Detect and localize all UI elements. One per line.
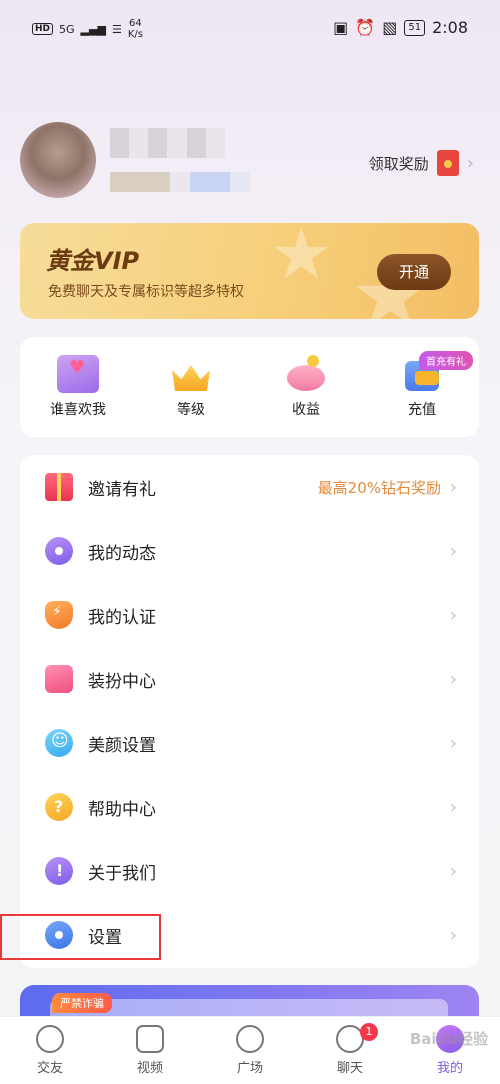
moments-icon — [45, 537, 73, 565]
about-icon — [45, 857, 73, 885]
status-left: HD 5G ▂▄▆ ☰ 64 K/s — [32, 18, 143, 40]
quick-action-label: 充值 — [408, 402, 436, 418]
chevron-right-icon: › — [449, 860, 457, 882]
menu-list: 邀请有礼 最高20%钻石奖励 › 我的动态 › 我的认证 › 装扮中心 › 美颜… — [20, 455, 479, 968]
wifi-icon: ☰ — [111, 22, 122, 36]
chevron-right-icon: › — [449, 668, 457, 690]
menu-item-my-moments[interactable]: 我的动态 › — [20, 519, 479, 583]
invite-reward-text: 最高20%钻石奖励 — [317, 478, 441, 497]
verification-icon — [45, 601, 73, 629]
signal-bars-icon: ▂▄▆ — [80, 22, 106, 36]
vip-card[interactable]: ★ ★ 黄金VIP 免费聊天及专属标识等超多特权 开通 — [20, 223, 479, 319]
menu-item-label: 关于我们 — [88, 863, 156, 884]
dress-icon — [45, 665, 73, 693]
watermark: Baidu经验 — [409, 1030, 488, 1048]
quick-action-level[interactable]: 等级 — [151, 355, 231, 419]
quick-action-earnings[interactable]: 收益 — [266, 355, 346, 419]
menu-item-my-verification[interactable]: 我的认证 › — [20, 583, 479, 647]
claim-reward-label: 领取奖励 — [368, 154, 429, 173]
network-speed-value: 64 — [129, 18, 142, 29]
quick-action-label: 等级 — [177, 402, 205, 418]
chevron-right-icon: › — [449, 924, 457, 946]
chevron-right-icon: › — [449, 732, 457, 754]
chevron-right-icon: › — [466, 152, 474, 174]
status-bar: HD 5G ▂▄▆ ☰ 64 K/s ▣ ⏰ ▧ 51 2:08 — [0, 0, 500, 58]
signal-icon: 5G — [59, 22, 75, 36]
red-packet-icon — [436, 150, 459, 176]
menu-item-label: 装扮中心 — [88, 671, 156, 692]
menu-item-label: 美颜设置 — [88, 735, 156, 756]
tab-chat[interactable]: 1 聊天 — [320, 1023, 380, 1076]
status-right: ▣ ⏰ ▧ 51 2:08 — [333, 18, 468, 37]
tab-label: 我的 — [436, 1061, 463, 1076]
hd-indicator: HD — [32, 23, 54, 35]
avatar[interactable] — [20, 122, 96, 198]
chevron-right-icon: › — [449, 604, 457, 626]
piggy-bank-icon — [285, 355, 327, 393]
menu-item-label: 我的认证 — [88, 607, 156, 628]
network-speed-unit: K/s — [127, 29, 143, 40]
anti-fraud-tag: 严禁诈骗 — [52, 993, 112, 1013]
menu-item-invite[interactable]: 邀请有礼 最高20%钻石奖励 › — [20, 455, 479, 519]
vibrate-icon: ▧ — [382, 18, 398, 37]
video-tab-icon — [136, 1025, 164, 1053]
quick-action-label: 谁喜欢我 — [50, 402, 106, 418]
help-icon — [45, 793, 73, 821]
vip-title: 黄金VIP — [46, 247, 140, 275]
tab-label: 视频 — [136, 1061, 163, 1076]
tab-square[interactable]: 广场 — [220, 1025, 280, 1076]
gift-icon — [45, 473, 73, 501]
quick-actions-card: 谁喜欢我 等级 收益 充值 首充有礼 — [20, 337, 479, 437]
crown-icon — [170, 355, 212, 393]
menu-item-beauty-settings[interactable]: 美颜设置 › — [20, 711, 479, 775]
first-recharge-badge: 首充有礼 — [419, 351, 473, 370]
menu-item-label: 邀请有礼 — [88, 479, 156, 500]
quick-action-who-likes-me[interactable]: 谁喜欢我 — [38, 355, 118, 419]
bottom-tab-bar: 交友 视频 广场 1 聊天 我的 — [0, 1016, 500, 1084]
chevron-right-icon: › — [449, 540, 457, 562]
menu-item-help-center[interactable]: 帮助中心 › — [20, 775, 479, 839]
heart-tab-icon — [36, 1025, 64, 1053]
tab-video[interactable]: 视频 — [120, 1025, 180, 1076]
chevron-right-icon: › — [449, 796, 457, 818]
vip-activate-button[interactable]: 开通 — [377, 254, 451, 290]
tab-label: 交友 — [36, 1061, 63, 1076]
settings-highlight-box — [0, 914, 161, 960]
battery-icon: 51 — [404, 19, 426, 36]
menu-item-label: 我的动态 — [88, 543, 156, 564]
compass-tab-icon — [236, 1025, 264, 1053]
vip-description: 免费聊天及专属标识等超多特权 — [48, 284, 244, 300]
tab-label: 广场 — [236, 1061, 263, 1076]
clock: 2:08 — [432, 18, 468, 37]
chat-tab-icon: 1 — [336, 1023, 378, 1053]
quick-action-label: 收益 — [292, 402, 320, 418]
menu-item-label: 帮助中心 — [88, 799, 156, 820]
tab-make-friends[interactable]: 交友 — [20, 1025, 80, 1076]
menu-item-about-us[interactable]: 关于我们 › — [20, 839, 479, 903]
username-blurred — [110, 128, 225, 158]
chevron-right-icon: › — [449, 476, 457, 498]
network-speed: 64 K/s — [128, 18, 143, 40]
unread-badge: 1 — [360, 1023, 378, 1041]
user-id-blurred — [110, 172, 250, 192]
beauty-icon — [45, 729, 73, 757]
claim-reward-link[interactable]: 领取奖励 › — [369, 150, 474, 176]
alarm-icon: ⏰ — [355, 18, 376, 37]
menu-item-dress-center[interactable]: 装扮中心 › — [20, 647, 479, 711]
heart-envelope-icon — [57, 355, 99, 393]
nfc-icon: ▣ — [333, 18, 349, 37]
star-decoration-icon: ★ — [270, 223, 333, 295]
tab-label: 聊天 — [336, 1061, 363, 1076]
